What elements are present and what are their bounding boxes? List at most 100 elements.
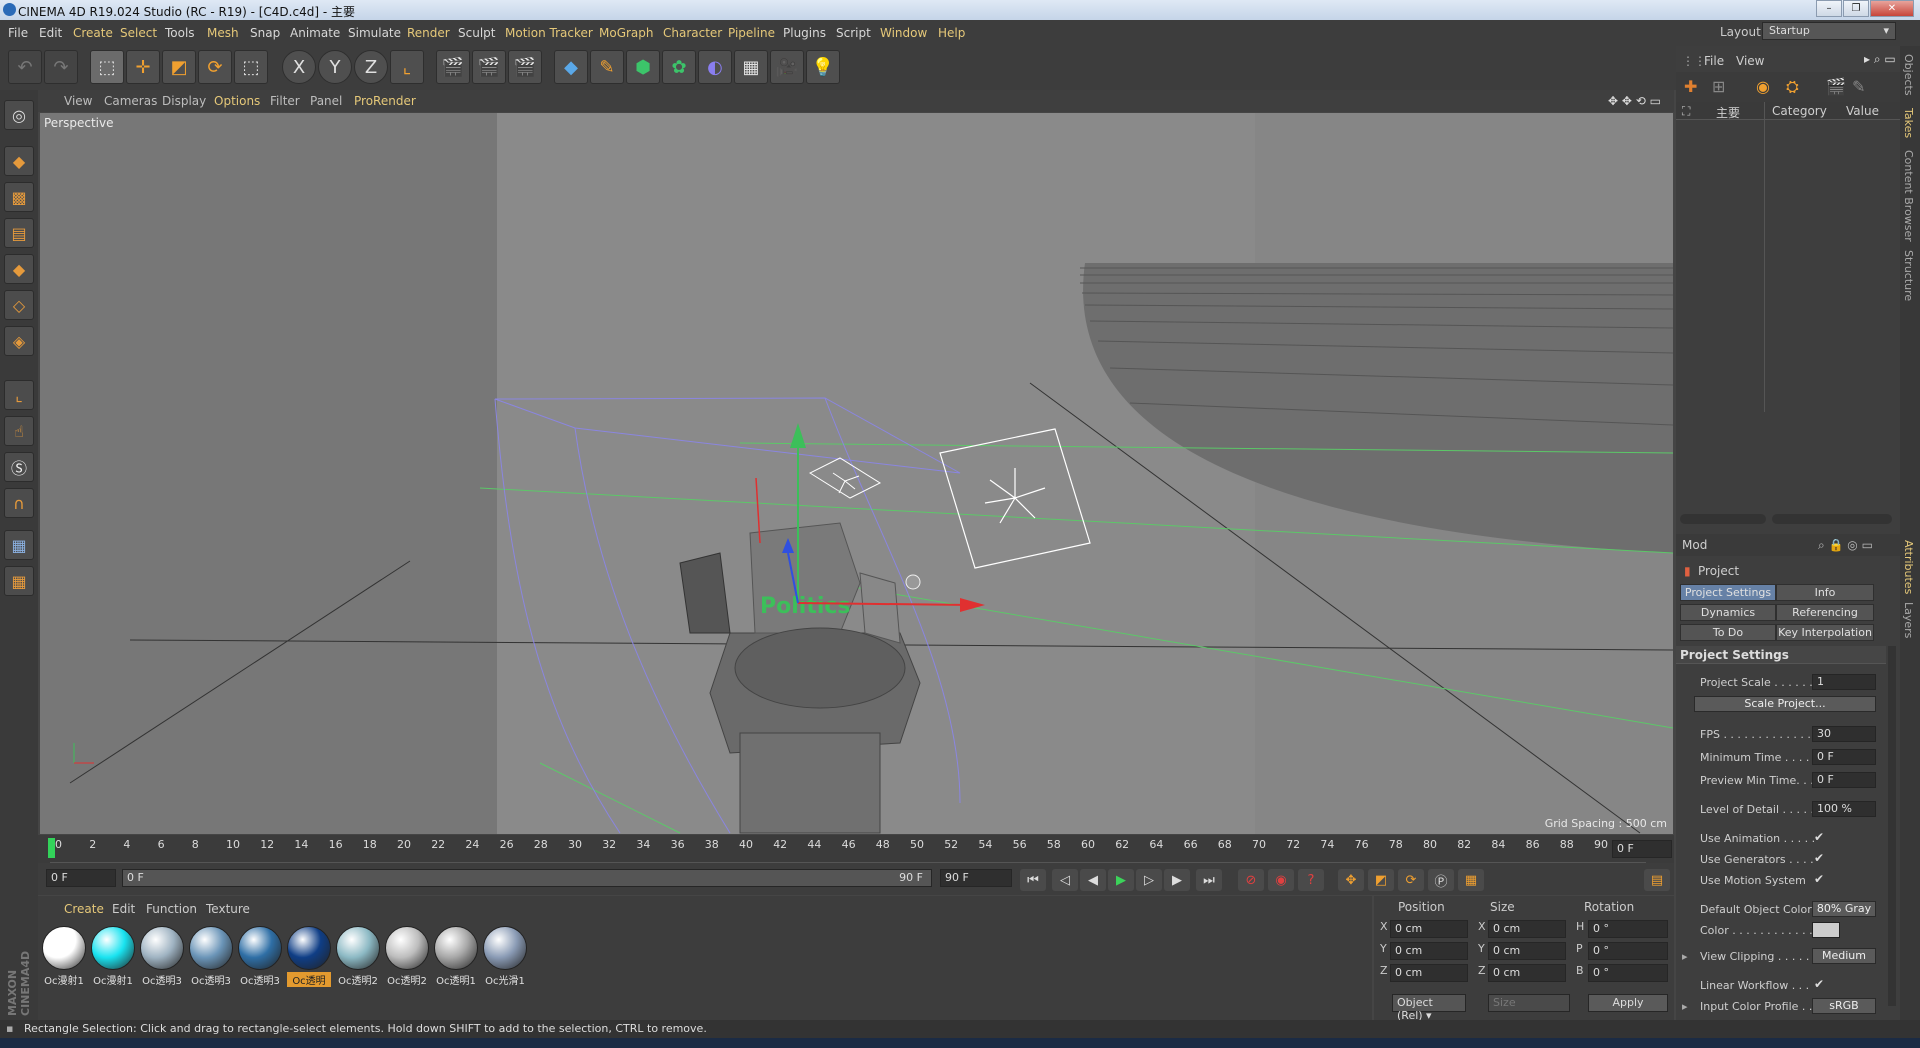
camera-icon[interactable]: 🎥 bbox=[770, 50, 804, 84]
tweak-mode-icon[interactable]: ☝ bbox=[4, 416, 34, 446]
coordinate-mode-select[interactable]: Object (Rel) ▾ bbox=[1392, 994, 1466, 1022]
keyframe-selection-icon[interactable]: ? bbox=[1298, 869, 1324, 891]
side-tab-content-browser[interactable]: Content Browser bbox=[1902, 150, 1915, 242]
key-parameter-icon[interactable]: Ⓟ bbox=[1428, 869, 1454, 891]
input-profile-expander[interactable]: ▸ bbox=[1682, 1000, 1688, 1013]
menu-script[interactable]: Script bbox=[836, 26, 871, 40]
vp-menu-filter[interactable]: Filter bbox=[270, 94, 300, 108]
tab-key-interpolation[interactable]: Key Interpolation bbox=[1776, 624, 1874, 641]
render-take-icon[interactable]: 🎬 bbox=[1826, 77, 1846, 96]
start-frame-field[interactable]: 0 F bbox=[46, 869, 116, 887]
side-tab-objects[interactable]: Objects bbox=[1902, 54, 1915, 96]
preview-range-slider[interactable]: 0 F 90 F bbox=[122, 869, 932, 887]
size-field[interactable]: 0 cm bbox=[1488, 920, 1566, 938]
key-scale-icon[interactable]: ◩ bbox=[1368, 869, 1394, 891]
color-swatch[interactable] bbox=[1812, 922, 1840, 938]
material-swatch[interactable]: Oc透明 bbox=[287, 926, 331, 987]
cloner-icon[interactable]: ✿ bbox=[662, 50, 696, 84]
material-swatch[interactable]: Oc透明3 bbox=[140, 926, 184, 987]
current-frame-field[interactable]: 0 F bbox=[1612, 840, 1672, 858]
lod-field[interactable]: 100 % bbox=[1812, 801, 1876, 817]
planar-workplane-icon[interactable]: ▦ bbox=[4, 566, 34, 596]
material-swatch[interactable]: Oc透明3 bbox=[238, 926, 282, 987]
apply-button[interactable]: Apply bbox=[1588, 994, 1668, 1012]
magnet-icon[interactable]: ∩ bbox=[4, 488, 34, 518]
objects-menu-file[interactable]: File bbox=[1704, 54, 1724, 68]
menu-sculpt[interactable]: Sculpt bbox=[458, 26, 495, 40]
lock-takes-icon[interactable]: ✎ bbox=[1852, 77, 1865, 96]
mat-menu-texture[interactable]: Texture bbox=[206, 902, 250, 916]
rotation-field[interactable]: 0 ° bbox=[1588, 920, 1668, 938]
layout-select[interactable]: Startup ▾ bbox=[1762, 22, 1896, 40]
play-forward-icon[interactable]: ▶ bbox=[1108, 869, 1134, 891]
menu-mesh[interactable]: Mesh bbox=[207, 26, 239, 40]
position-field[interactable]: 0 cm bbox=[1390, 942, 1468, 960]
scale-project-button[interactable]: Scale Project... bbox=[1694, 696, 1876, 712]
mat-menu-function[interactable]: Function bbox=[146, 902, 197, 916]
floor-icon[interactable]: ▦ bbox=[734, 50, 768, 84]
position-field[interactable]: 0 cm bbox=[1390, 920, 1468, 938]
min-time-field[interactable]: 0 F bbox=[1812, 749, 1876, 765]
vp-menu-view[interactable]: View bbox=[64, 94, 92, 108]
snap-icon[interactable]: Ⓢ bbox=[4, 452, 34, 482]
cube-primitive-icon[interactable]: ◆ bbox=[554, 50, 588, 84]
close-button[interactable]: ✕ bbox=[1870, 0, 1914, 17]
material-swatch[interactable]: Oc透明1 bbox=[434, 926, 478, 987]
fps-field[interactable]: 30 bbox=[1812, 726, 1876, 742]
linear-workflow-checkbox[interactable]: ✔ bbox=[1814, 977, 1824, 991]
objects-hscroll-right[interactable] bbox=[1772, 514, 1892, 524]
key-position-icon[interactable]: ✥ bbox=[1338, 869, 1364, 891]
menu-edit[interactable]: Edit bbox=[39, 26, 62, 40]
material-swatch[interactable]: Oc透明3 bbox=[189, 926, 233, 987]
vp-menu-cameras[interactable]: Cameras bbox=[104, 94, 157, 108]
menu-render[interactable]: Render bbox=[407, 26, 450, 40]
go-to-start-icon[interactable]: ⏮ bbox=[1020, 869, 1046, 891]
lock-workplane-icon[interactable]: ▦ bbox=[4, 530, 34, 560]
size-field[interactable]: 0 cm bbox=[1488, 964, 1566, 982]
timeline-ruler[interactable]: 0 2 4 6 8 10 12 14 16 18 20 22 24 26 28 30 32 34 36 38 40 42 4… bbox=[38, 835, 1674, 863]
preview-min-field[interactable]: 0 F bbox=[1812, 772, 1876, 788]
project-scale-field[interactable]: 1 bbox=[1812, 674, 1876, 690]
z-axis-lock-icon[interactable]: Z bbox=[354, 50, 388, 84]
render-settings-icon[interactable]: 🎬 bbox=[508, 50, 542, 84]
undo-icon[interactable]: ↶ bbox=[8, 50, 42, 84]
previous-key-icon[interactable]: ◁ bbox=[1052, 869, 1078, 891]
polygons-mode-icon[interactable]: ◈ bbox=[4, 326, 34, 356]
auto-take-icon[interactable]: ◉ bbox=[1756, 77, 1770, 96]
recent-tools-icon[interactable]: ⬚ bbox=[234, 50, 268, 84]
vp-menu-prorender[interactable]: ProRender bbox=[354, 94, 416, 108]
model-mode-icon[interactable]: ◆ bbox=[4, 146, 34, 176]
menu-character[interactable]: Character bbox=[663, 26, 722, 40]
key-pla-icon[interactable]: ▦ bbox=[1458, 869, 1484, 891]
input-profile-select[interactable]: sRGB bbox=[1812, 998, 1876, 1014]
light-icon[interactable]: 💡 bbox=[806, 50, 840, 84]
use-motion-checkbox[interactable]: ✔ bbox=[1814, 872, 1824, 886]
previous-frame-icon[interactable]: ◀ bbox=[1080, 869, 1106, 891]
vp-menu-panel[interactable]: Panel bbox=[310, 94, 342, 108]
view-clipping-expander[interactable]: ▸ bbox=[1682, 950, 1688, 963]
mat-menu-create[interactable]: Create bbox=[64, 902, 104, 916]
render-picture-viewer-icon[interactable]: 🎬 bbox=[472, 50, 506, 84]
rotate-tool-icon[interactable]: ⟳ bbox=[198, 50, 232, 84]
menu-mograph[interactable]: MoGraph bbox=[599, 26, 654, 40]
menu-tools[interactable]: Tools bbox=[165, 26, 195, 40]
menu-animate[interactable]: Animate bbox=[290, 26, 340, 40]
record-keys-icon[interactable]: ⊘ bbox=[1238, 869, 1264, 891]
material-swatch[interactable]: Oc透明2 bbox=[385, 926, 429, 987]
view-clipping-select[interactable]: Medium bbox=[1812, 948, 1876, 964]
objects-menu-view[interactable]: View bbox=[1736, 54, 1764, 68]
side-tab-layers[interactable]: Layers bbox=[1902, 602, 1915, 638]
timeline-layout-icon[interactable]: ▤ bbox=[1644, 869, 1670, 891]
side-tab-takes[interactable]: Takes bbox=[1902, 108, 1915, 138]
attr-mode-menu[interactable]: Mod bbox=[1682, 538, 1707, 552]
menu-snap[interactable]: Snap bbox=[250, 26, 280, 40]
subdivision-surface-icon[interactable]: ⬢ bbox=[626, 50, 660, 84]
mat-menu-edit[interactable]: Edit bbox=[112, 902, 135, 916]
material-swatch[interactable]: Oc漫射1 bbox=[91, 926, 135, 987]
maximize-button[interactable]: ❐ bbox=[1843, 0, 1869, 17]
menu-pipeline[interactable]: Pipeline bbox=[728, 26, 775, 40]
next-frame-icon[interactable]: ▷ bbox=[1136, 869, 1162, 891]
menu-create[interactable]: Create bbox=[73, 26, 113, 40]
menu-select[interactable]: Select bbox=[120, 26, 157, 40]
menu-motion-tracker[interactable]: Motion Tracker bbox=[505, 26, 593, 40]
